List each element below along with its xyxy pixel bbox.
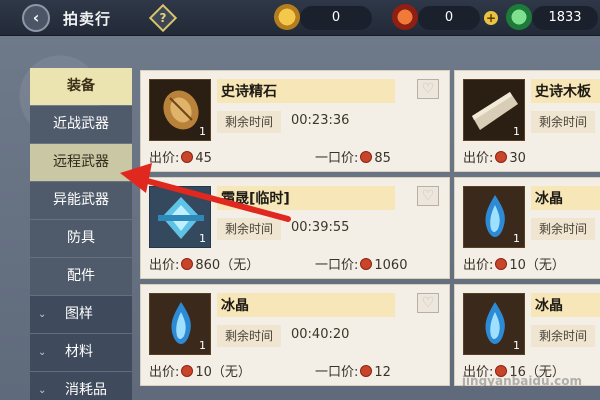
window-title: 拍卖行 [63,10,112,28]
annotation-arrow-icon [120,163,291,222]
coin-icon [360,365,373,377]
bid-price-label: 出价: [149,258,180,273]
remaining-time-label: 剩余时间 [217,325,281,347]
red-gem-icon [392,4,418,30]
item-thumbnail: 1 [463,293,525,355]
listing-card[interactable]: 1 史诗木板 剩余时间 出价: 30 [454,70,600,172]
item-thumbnail: 1 [463,79,525,141]
item-name: 冰晶 [535,298,563,314]
help-button[interactable]: ? [148,3,178,33]
chevron-down-icon: ⌄ [38,347,47,358]
bid-price: 出价: 10（无） [463,254,565,273]
item-quantity: 1 [513,125,520,138]
item-quantity: 1 [199,232,206,245]
buyout-price-label: 一口价: [315,258,359,273]
item-name: 冰晶 [535,191,563,207]
coin-icon [181,365,194,377]
buyout-price-value: 85 [374,151,391,166]
chevron-left-icon: ‹ [32,8,40,27]
buyout-price-value: 12 [374,365,391,380]
coin-icon [181,258,194,270]
favorite-heart-button[interactable]: ♡ [417,293,439,313]
bid-price: 出价: 10（无） [149,361,251,380]
category-sidebar: 装备 近战武器 远程武器 异能武器 防具 配件 ⌄ 图样 ⌄ 材料 ⌄ 消耗品 [30,68,132,400]
currency-red-value: 0 [418,6,480,30]
sidebar-item-consumables[interactable]: ⌄ 消耗品 [30,372,132,400]
bid-price-label: 出价: [463,258,494,273]
sidebar-item-accessories[interactable]: 配件 [30,258,132,295]
bid-price-label: 出价: [463,151,494,166]
sidebar-item-equipment[interactable]: 装备 [30,68,132,105]
coin-icon [495,151,508,163]
bid-price: 出价: 860（无） [149,254,259,273]
remaining-time-value: 00:40:20 [291,327,350,342]
sidebar-item-ranged-weapons[interactable]: 远程武器 [30,144,132,181]
sidebar-item-melee-weapons[interactable]: 近战武器 [30,106,132,143]
buyout-price: 一口价: 85 [315,147,391,166]
buyout-price-label: 一口价: [315,365,359,380]
sidebar-item-label: 远程武器 [53,154,109,170]
item-thumbnail: 1 [149,79,211,141]
remaining-time-label: 剩余时间 [217,111,281,133]
top-bar: ‹ 拍卖行 ? 0 0 + 1833 [0,0,600,36]
buyout-price: 一口价: 1060 [315,254,407,273]
buyout-price-value: 1060 [374,258,408,273]
remaining-time-label: 剩余时间 [531,111,595,133]
listing-card[interactable]: 1 冰晶 剩余时间 出价: 16（无） [454,284,600,386]
buyout-price-label: 一口价: [315,151,359,166]
bid-price-value: 10（无） [195,365,251,380]
bid-price-value: 30 [509,151,526,166]
listing-card[interactable]: 1 冰晶 ♡ 剩余时间 00:40:20 出价: 10（无） 一口价: 12 [140,284,450,386]
sidebar-item-label: 材料 [65,344,93,360]
item-name: 史诗精石 [221,84,277,100]
coin-icon [360,151,373,163]
remaining-time-value: 00:23:36 [291,113,350,128]
item-name: 冰晶 [221,298,249,314]
sidebar-item-label: 近战武器 [53,116,109,132]
item-thumbnail: 1 [149,293,211,355]
item-quantity: 1 [513,232,520,245]
sidebar-item-label: 消耗品 [65,382,107,398]
sidebar-item-blueprints[interactable]: ⌄ 图样 [30,296,132,333]
bid-price: 出价: 30 [463,147,526,166]
currency-jade-value: 1833 [532,6,598,30]
sidebar-item-psionic-weapons[interactable]: 异能武器 [30,182,132,219]
bid-price-value: 10（无） [509,258,565,273]
watermark: jingyanbaidu.com [461,374,582,388]
currency-gold-value: 0 [300,6,372,30]
item-quantity: 1 [199,339,206,352]
sidebar-item-label: 异能武器 [53,192,109,208]
item-name: 史诗木板 [535,84,591,100]
sidebar-item-materials[interactable]: ⌄ 材料 [30,334,132,371]
sidebar-item-label: 防具 [67,230,95,246]
sidebar-item-label: 装备 [67,78,95,94]
back-button[interactable]: ‹ [22,4,50,32]
item-quantity: 1 [513,339,520,352]
jade-icon [506,4,532,30]
gold-coin-icon [274,4,300,30]
buyout-price: 一口价: 12 [315,361,391,380]
item-quantity: 1 [199,125,206,138]
help-icon: ? [159,11,167,25]
remaining-time-label: 剩余时间 [531,218,595,240]
favorite-heart-button[interactable]: ♡ [417,186,439,206]
remaining-time-label: 剩余时间 [531,325,595,347]
remaining-time-value: 00:39:55 [291,220,350,235]
coin-icon [495,258,508,270]
favorite-heart-button[interactable]: ♡ [417,79,439,99]
listing-card[interactable]: 1 冰晶 剩余时间 出价: 10（无） [454,177,600,279]
add-currency-button[interactable]: + [484,11,498,25]
sidebar-item-label: 配件 [67,268,95,284]
coin-icon [360,258,373,270]
item-thumbnail: 1 [463,186,525,248]
bid-price-label: 出价: [149,365,180,380]
chevron-down-icon: ⌄ [38,309,47,320]
sidebar-item-label: 图样 [65,306,93,322]
chevron-down-icon: ⌄ [38,385,47,396]
bid-price-value: 860（无） [195,258,260,273]
sidebar-item-armor[interactable]: 防具 [30,220,132,257]
